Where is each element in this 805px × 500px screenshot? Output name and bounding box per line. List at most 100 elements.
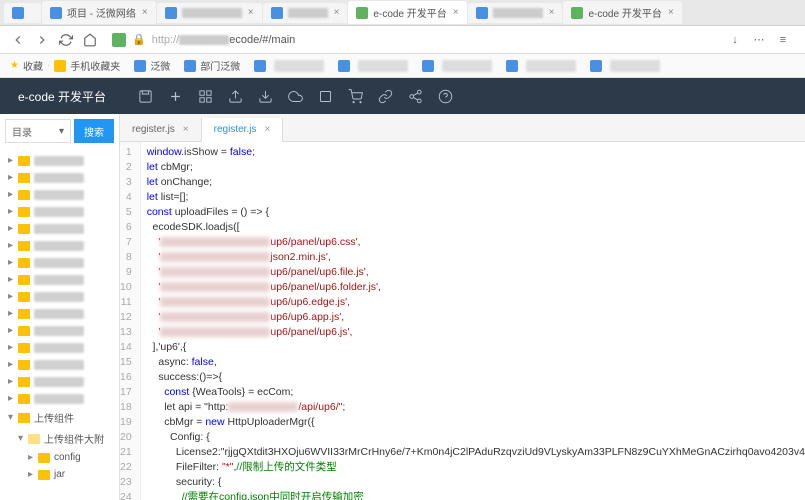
close-icon[interactable]: ×: [183, 124, 189, 135]
browser-tab-active[interactable]: e-code 开发平台 ×: [348, 1, 466, 24]
ide-title: e-code 开发平台: [0, 88, 124, 105]
folder-icon: [18, 241, 30, 251]
close-icon[interactable]: ×: [549, 7, 555, 18]
tree-item-upload[interactable]: ▾上传组件: [0, 407, 119, 428]
cart-icon[interactable]: [340, 78, 370, 114]
folder-icon: [18, 292, 30, 302]
close-icon[interactable]: ×: [142, 7, 148, 18]
favicon-icon: [506, 60, 518, 72]
favicon-icon: [12, 7, 24, 19]
box-icon[interactable]: [310, 78, 340, 114]
bookmark-item[interactable]: 泛微: [134, 58, 170, 73]
tree-item[interactable]: ▸: [0, 220, 119, 237]
close-icon[interactable]: ×: [264, 124, 270, 135]
menu-icon[interactable]: ⋯: [749, 30, 769, 50]
tree-item[interactable]: ▸: [0, 390, 119, 407]
grid-icon[interactable]: [190, 78, 220, 114]
favicon-icon: [50, 7, 62, 19]
line-numbers: 1234567891011121314151617181920212223242…: [120, 142, 141, 500]
bookmarks-bar: ★ 收藏 · 手机收藏夹 泛微 部门泛微: [0, 54, 805, 78]
browser-tab[interactable]: [4, 3, 41, 23]
browser-tabs: 项目 - 泛微网络 × × × e-code 开发平台 × × e-code 开发平…: [0, 0, 805, 26]
tab-label: e-code 开发平台: [373, 5, 446, 20]
bookmark-item[interactable]: [590, 60, 660, 72]
folder-icon: [18, 413, 30, 423]
url-text: http://ecode/#/main: [152, 34, 296, 46]
tree-item[interactable]: ▸: [0, 356, 119, 373]
browser-tab[interactable]: ×: [468, 3, 563, 23]
tree-item-config[interactable]: ▸config: [0, 449, 119, 466]
forward-button[interactable]: [32, 30, 52, 50]
close-icon[interactable]: ×: [248, 7, 254, 18]
share-icon[interactable]: [400, 78, 430, 114]
favicon-icon: [271, 7, 283, 19]
browser-tab[interactable]: 项目 - 泛微网络 ×: [42, 1, 156, 24]
ide-header: e-code 开发平台: [0, 78, 805, 114]
browser-tab[interactable]: ×: [263, 3, 348, 23]
link-icon[interactable]: [370, 78, 400, 114]
tree-item[interactable]: ▸: [0, 186, 119, 203]
browser-tab[interactable]: ×: [157, 3, 262, 23]
favicon-icon: [134, 60, 146, 72]
folder-icon: [54, 60, 66, 72]
folder-icon: [18, 190, 30, 200]
file-tab[interactable]: register.js×: [120, 118, 202, 141]
home-button[interactable]: [80, 30, 100, 50]
tree-item[interactable]: ▸: [0, 152, 119, 169]
tree-item[interactable]: ▸: [0, 373, 119, 390]
close-icon[interactable]: ×: [668, 7, 674, 18]
plus-icon[interactable]: [160, 78, 190, 114]
folder-icon: [18, 173, 30, 183]
folder-icon: [18, 326, 30, 336]
cloud-icon[interactable]: [280, 78, 310, 114]
file-tab-active[interactable]: register.js×: [202, 118, 284, 142]
folder-icon: [38, 453, 50, 463]
favicon-icon: [254, 60, 266, 72]
tree-item[interactable]: ▸: [0, 305, 119, 322]
close-icon[interactable]: ×: [334, 7, 340, 18]
back-button[interactable]: [8, 30, 28, 50]
browser-tab[interactable]: e-code 开发平台 ×: [563, 1, 681, 24]
bookmark-item[interactable]: 部门泛微: [184, 58, 240, 73]
folder-icon: [18, 275, 30, 285]
download-icon[interactable]: ↓: [725, 30, 745, 50]
search-button[interactable]: 搜索: [74, 119, 114, 143]
upload-icon[interactable]: [220, 78, 250, 114]
tree-item[interactable]: ▾上传组件大附: [0, 428, 119, 449]
tree-item[interactable]: ▸: [0, 203, 119, 220]
save-icon[interactable]: [130, 78, 160, 114]
favicon-icon: [184, 60, 196, 72]
fav-label: 收藏: [23, 58, 43, 73]
help-icon[interactable]: [430, 78, 460, 114]
favicon-icon: [165, 7, 177, 19]
tree-item[interactable]: ▸: [0, 322, 119, 339]
url-bar[interactable]: 🔒 http://ecode/#/main: [112, 33, 717, 47]
tree-item-jar[interactable]: ▸jar: [0, 466, 119, 483]
tab-label: 项目 - 泛微网络: [67, 5, 136, 20]
folder-icon: [18, 360, 30, 370]
tree-item[interactable]: ▸: [0, 271, 119, 288]
folder-icon: [18, 309, 30, 319]
overflow-icon[interactable]: ≡: [773, 30, 793, 50]
favicon-icon: [422, 60, 434, 72]
tree-item[interactable]: ▸: [0, 339, 119, 356]
main-area: 目录▾ 搜索 ▸ ▸ ▸ ▸ ▸ ▸ ▸ ▸ ▸ ▸ ▸ ▸ ▸ ▸ ▸ ▾上传…: [0, 114, 805, 500]
favicon-icon: [476, 7, 488, 19]
tab-label: e-code 开发平台: [588, 5, 661, 20]
tree-item[interactable]: ▸: [0, 288, 119, 305]
bookmark-item[interactable]: [338, 60, 408, 72]
tree-item[interactable]: ▸: [0, 237, 119, 254]
code-lines[interactable]: window.isShow = false; let cbMgr; let on…: [141, 142, 805, 500]
bookmark-item[interactable]: 手机收藏夹: [54, 58, 120, 73]
download-icon[interactable]: [250, 78, 280, 114]
favicon-icon: [356, 7, 368, 19]
code-editor[interactable]: 1234567891011121314151617181920212223242…: [120, 142, 805, 500]
bookmark-item[interactable]: [506, 60, 576, 72]
close-icon[interactable]: ×: [453, 7, 459, 18]
tree-item[interactable]: ▸: [0, 254, 119, 271]
reload-button[interactable]: [56, 30, 76, 50]
directory-select[interactable]: 目录▾: [5, 119, 71, 143]
bookmark-item[interactable]: [254, 60, 324, 72]
bookmark-item[interactable]: [422, 60, 492, 72]
tree-item[interactable]: ▸: [0, 169, 119, 186]
